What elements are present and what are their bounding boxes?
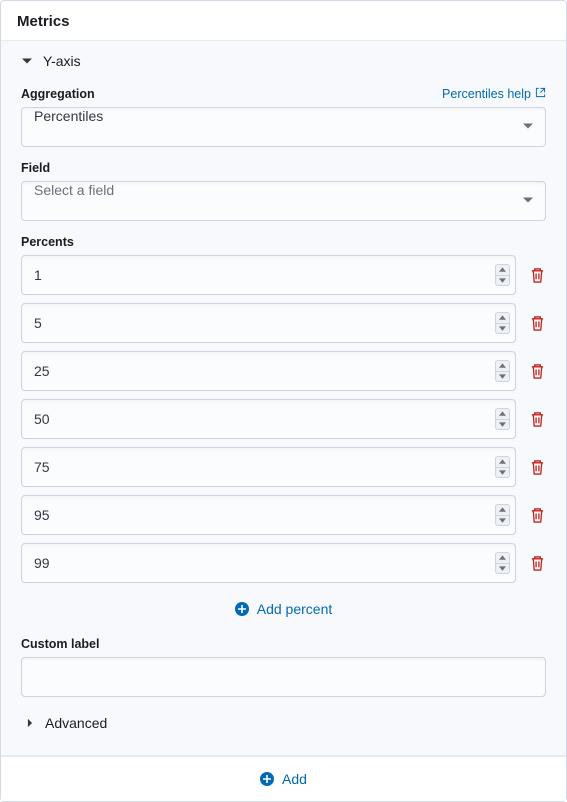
aggregation-select[interactable]: Percentiles: [21, 107, 546, 147]
percent-input-wrap: [21, 495, 516, 535]
delete-percent-button[interactable]: [528, 505, 546, 525]
percent-input[interactable]: [21, 543, 516, 583]
step-down-icon[interactable]: [496, 324, 509, 334]
y-axis-accordion: Y-axis Aggregation Percentiles help Perc…: [1, 40, 566, 756]
number-stepper[interactable]: [495, 360, 510, 382]
number-stepper[interactable]: [495, 408, 510, 430]
step-down-icon[interactable]: [496, 420, 509, 430]
percent-input[interactable]: [21, 399, 516, 439]
percent-row: [21, 351, 546, 391]
advanced-toggle[interactable]: Advanced: [21, 697, 546, 737]
chevron-right-icon: [25, 715, 35, 731]
number-stepper[interactable]: [495, 264, 510, 286]
percents-label-row: Percents: [21, 235, 546, 249]
step-up-icon[interactable]: [496, 361, 509, 372]
percent-input-wrap: [21, 399, 516, 439]
percent-input-wrap: [21, 351, 516, 391]
number-stepper[interactable]: [495, 504, 510, 526]
step-down-icon[interactable]: [496, 276, 509, 286]
y-axis-accordion-header[interactable]: Y-axis: [1, 41, 566, 81]
step-up-icon[interactable]: [496, 457, 509, 468]
field-label: Field: [21, 161, 50, 175]
percent-input-wrap: [21, 255, 516, 295]
delete-percent-button[interactable]: [528, 265, 546, 285]
step-up-icon[interactable]: [496, 505, 509, 516]
add-metric-button[interactable]: Add: [1, 756, 566, 801]
percent-row: [21, 399, 546, 439]
percentiles-help-link[interactable]: Percentiles help: [442, 87, 546, 101]
step-down-icon[interactable]: [496, 372, 509, 382]
step-down-icon[interactable]: [496, 564, 509, 574]
step-down-icon[interactable]: [496, 516, 509, 526]
field-select-wrap: Select a field: [21, 181, 546, 221]
custom-label-row: Custom label: [21, 637, 546, 651]
y-axis-body: Aggregation Percentiles help Percentiles…: [1, 87, 566, 755]
aggregation-select-wrap: Percentiles: [21, 107, 546, 147]
aggregation-label: Aggregation: [21, 87, 95, 101]
percents-list: [21, 255, 546, 583]
percent-input[interactable]: [21, 447, 516, 487]
field-select[interactable]: Select a field: [21, 181, 546, 221]
percent-row: [21, 255, 546, 295]
percent-row: [21, 303, 546, 343]
plus-circle-icon: [260, 772, 274, 786]
percent-row: [21, 495, 546, 535]
delete-percent-button[interactable]: [528, 313, 546, 333]
y-axis-label: Y-axis: [43, 53, 81, 69]
add-percent-label: Add percent: [257, 601, 333, 617]
step-up-icon[interactable]: [496, 265, 509, 276]
advanced-label: Advanced: [45, 715, 107, 731]
delete-percent-button[interactable]: [528, 409, 546, 429]
aggregation-label-row: Aggregation Percentiles help: [21, 87, 546, 101]
custom-label-input[interactable]: [21, 657, 546, 697]
delete-percent-button[interactable]: [528, 457, 546, 477]
step-down-icon[interactable]: [496, 468, 509, 478]
percents-label: Percents: [21, 235, 74, 249]
step-up-icon[interactable]: [496, 553, 509, 564]
percent-row: [21, 447, 546, 487]
percent-row: [21, 543, 546, 583]
external-link-icon: [535, 87, 546, 101]
custom-label-label: Custom label: [21, 637, 100, 651]
chevron-down-icon: [21, 55, 33, 67]
plus-circle-icon: [235, 602, 249, 616]
delete-percent-button[interactable]: [528, 361, 546, 381]
step-up-icon[interactable]: [496, 313, 509, 324]
percent-input[interactable]: [21, 255, 516, 295]
metrics-panel: Metrics Y-axis Aggregation Percentiles h…: [0, 0, 567, 802]
add-metric-label: Add: [282, 771, 307, 787]
number-stepper[interactable]: [495, 552, 510, 574]
percent-input-wrap: [21, 543, 516, 583]
step-up-icon[interactable]: [496, 409, 509, 420]
percent-input[interactable]: [21, 495, 516, 535]
percent-input[interactable]: [21, 351, 516, 391]
field-label-row: Field: [21, 161, 546, 175]
number-stepper[interactable]: [495, 312, 510, 334]
help-link-text: Percentiles help: [442, 87, 531, 101]
delete-percent-button[interactable]: [528, 553, 546, 573]
add-percent-button[interactable]: Add percent: [21, 591, 546, 623]
number-stepper[interactable]: [495, 456, 510, 478]
percent-input-wrap: [21, 447, 516, 487]
percent-input[interactable]: [21, 303, 516, 343]
percent-input-wrap: [21, 303, 516, 343]
panel-title: Metrics: [1, 1, 566, 40]
